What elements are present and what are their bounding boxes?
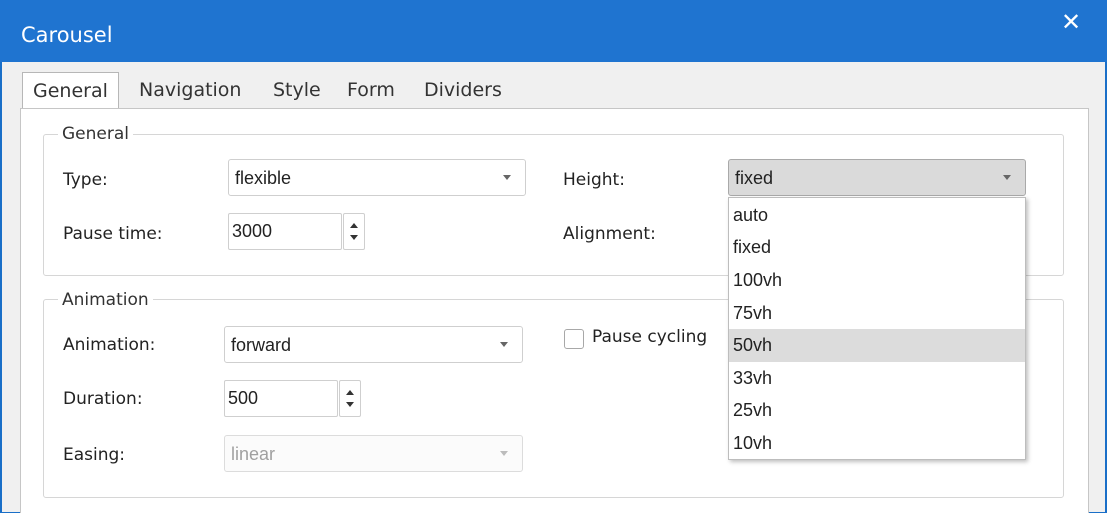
easing-select-value: linear [231,444,276,464]
height-label: Height: [563,170,625,190]
pause-time-stepper[interactable] [343,213,365,250]
type-select[interactable]: flexible [228,159,526,196]
height-select-value: fixed [735,168,774,188]
easing-select: linear [224,435,523,472]
close-icon[interactable]: ✕ [1056,7,1086,37]
pause-time-value: 3000 [232,221,273,241]
tab-dividers[interactable]: Dividers [424,72,502,108]
height-select[interactable]: fixed [728,159,1026,196]
arrow-down-icon [346,402,354,407]
title-bar: Carousel ✕ [0,0,1107,62]
dropdown-option-100vh[interactable]: 100vh [729,264,1025,297]
tab-style[interactable]: Style [273,72,321,108]
duration-input[interactable]: 500 [224,380,338,417]
dropdown-option-33vh[interactable]: 33vh [729,362,1025,395]
chevron-down-icon [500,451,508,456]
tab-general[interactable]: General [22,72,119,110]
chevron-down-icon [500,342,508,347]
duration-stepper[interactable] [339,380,361,417]
dropdown-option-25vh[interactable]: 25vh [729,394,1025,427]
general-group-legend: General [58,124,133,144]
dropdown-option-50vh[interactable]: 50vh [729,329,1025,362]
height-dropdown-list: auto fixed 100vh 75vh 50vh 33vh 25vh 10v… [728,197,1026,460]
pause-time-input[interactable]: 3000 [228,213,342,250]
pause-cycling-checkbox[interactable] [564,329,584,349]
duration-label: Duration: [63,389,143,409]
dialog-window: Carousel ✕ General Navigation Style Form… [0,0,1107,513]
duration-value: 500 [228,388,259,408]
arrow-up-icon [346,390,354,395]
tab-navigation[interactable]: Navigation [139,72,241,108]
arrow-down-icon [350,235,358,240]
chevron-down-icon [1003,175,1011,180]
animation-select[interactable]: forward [224,326,523,363]
dropdown-option-fixed[interactable]: fixed [729,231,1025,264]
dropdown-option-auto[interactable]: auto [729,199,1025,232]
tab-form[interactable]: Form [347,72,395,108]
easing-label: Easing: [63,445,126,465]
window-title: Carousel [21,23,113,47]
animation-label: Animation: [63,335,156,355]
type-select-value: flexible [235,168,292,188]
animation-group-legend: Animation [58,290,153,310]
animation-select-value: forward [231,335,292,355]
chevron-down-icon [503,175,511,180]
pause-cycling-label: Pause cycling [592,327,708,347]
type-label: Type: [63,170,108,190]
alignment-label: Alignment: [563,224,656,244]
dropdown-option-75vh[interactable]: 75vh [729,297,1025,330]
pause-time-label: Pause time: [63,224,163,244]
arrow-up-icon [350,223,358,228]
dropdown-option-10vh[interactable]: 10vh [729,427,1025,460]
